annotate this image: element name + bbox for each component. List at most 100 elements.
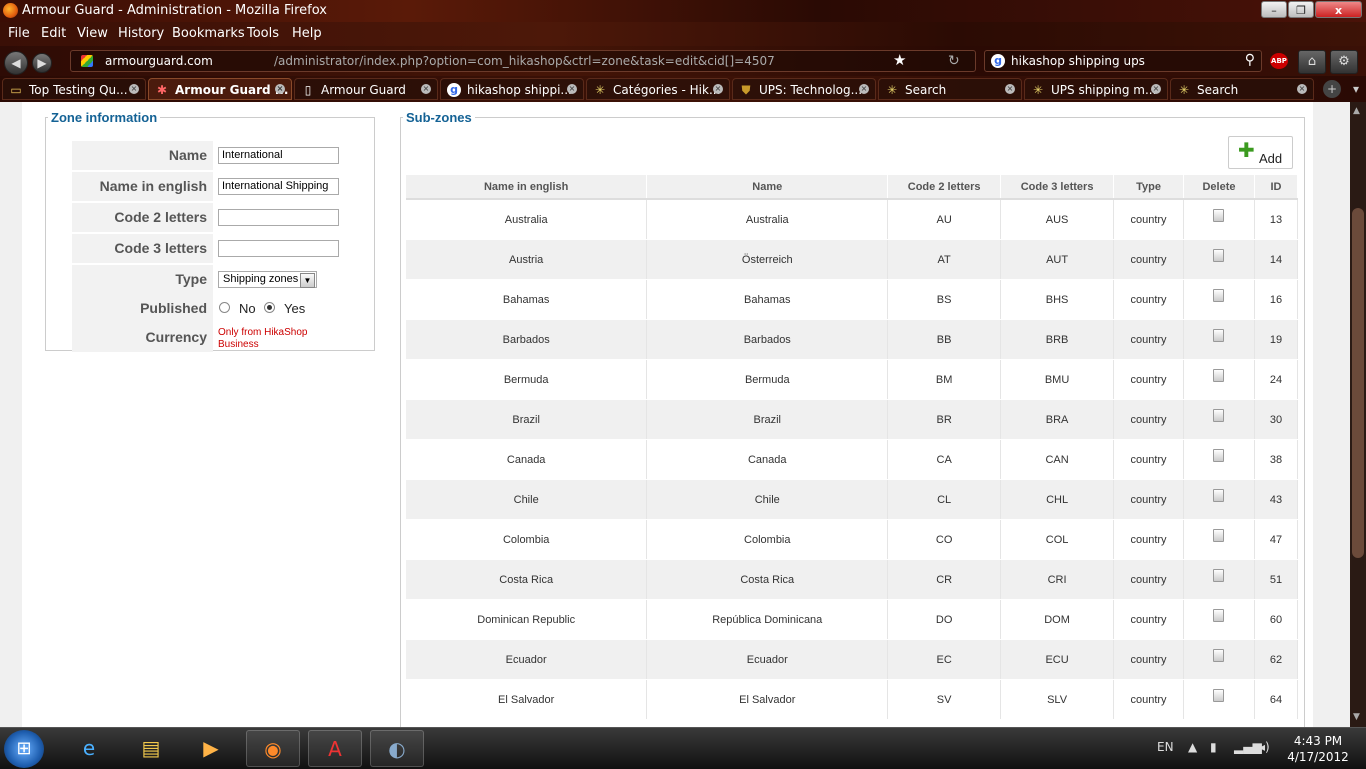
column-code3[interactable]: Code 3 letters (1000, 175, 1115, 200)
start-button[interactable]: ⊞ (4, 730, 44, 768)
minimize-button[interactable]: – (1261, 1, 1287, 18)
explorer-folder-icon[interactable]: ▤ (124, 730, 178, 767)
maximize-button[interactable]: ❐ (1288, 1, 1314, 18)
search-bar[interactable]: g hikashop shipping ups ⚲ (984, 50, 1262, 72)
delete-icon[interactable] (1213, 328, 1225, 342)
delete-icon[interactable] (1213, 528, 1225, 542)
table-header: Name in english Name Code 2 letters Code… (406, 175, 1299, 200)
tab-close-icon[interactable]: × (1151, 84, 1161, 94)
menu-tools[interactable]: Tools (247, 26, 279, 41)
menu-view[interactable]: View (77, 26, 108, 41)
code3-input[interactable] (218, 240, 339, 257)
tab-close-icon[interactable]: × (275, 84, 285, 94)
language-indicator[interactable]: EN (1157, 740, 1174, 754)
delete-icon[interactable] (1213, 368, 1225, 382)
cell-code3: DOM (1000, 599, 1115, 640)
network-icon[interactable]: ▮ (1210, 740, 1217, 754)
delete-icon[interactable] (1213, 408, 1225, 422)
cell-type: country (1113, 359, 1184, 400)
adblock-icon[interactable]: ABP (1270, 53, 1288, 69)
menu-file[interactable]: File (8, 26, 30, 41)
reload-icon[interactable]: ↻ (948, 53, 960, 69)
tab-close-icon[interactable]: × (129, 84, 139, 94)
published-no-radio[interactable] (219, 302, 230, 313)
delete-icon[interactable] (1213, 248, 1225, 262)
joomla-site-icon (81, 55, 93, 67)
delete-icon[interactable] (1213, 608, 1225, 622)
column-name-english[interactable]: Name in english (406, 175, 648, 200)
cell-code3: CAN (1000, 439, 1115, 480)
delete-icon[interactable] (1213, 208, 1225, 222)
column-code2[interactable]: Code 2 letters (887, 175, 1002, 200)
toolbar-menu-button[interactable]: ⚙ (1330, 50, 1358, 74)
search-icon[interactable]: ⚲ (1245, 52, 1255, 68)
published-no-label: No (239, 301, 256, 316)
type-select[interactable]: Shipping zones ▼ (218, 271, 317, 288)
cell-code2: BB (887, 319, 1002, 360)
tab-hikashop-shipping[interactable]: g hikashop shippi... × (440, 78, 584, 100)
cell-name-english: Bahamas (406, 279, 648, 320)
scroll-up-icon[interactable]: ▲ (1353, 106, 1360, 116)
tab-close-icon[interactable]: × (713, 84, 723, 94)
cell-name: Colombia (646, 519, 889, 560)
delete-icon[interactable] (1213, 448, 1225, 462)
forward-button[interactable]: ▶ (32, 53, 52, 73)
tab-categories-hik[interactable]: ✳ Catégories - Hik... × (586, 78, 730, 100)
close-button[interactable]: x (1315, 1, 1362, 18)
internet-explorer-icon[interactable]: e (62, 730, 116, 767)
tab-list-icon[interactable]: ▾ (1347, 80, 1365, 98)
menu-help[interactable]: Help (292, 26, 322, 41)
star-icon: ✳ (1032, 83, 1044, 97)
volume-icon[interactable]: ◂) (1259, 740, 1270, 754)
delete-icon[interactable] (1213, 288, 1225, 302)
column-name[interactable]: Name (646, 175, 889, 200)
name-english-input[interactable]: International Shipping (218, 178, 339, 195)
tab-search-2[interactable]: ✳ Search × (1170, 78, 1314, 100)
name-input[interactable]: International (218, 147, 339, 164)
tab-close-icon[interactable]: × (1005, 84, 1015, 94)
tab-top-testing[interactable]: ▭ Top Testing Qu... × (2, 78, 146, 100)
tab-armour-guard[interactable]: ▯ Armour Guard × (294, 78, 438, 100)
table-row: Austria Österreich AT AUT country 14 (406, 239, 1299, 280)
published-yes-radio[interactable] (264, 302, 275, 313)
scroll-down-icon[interactable]: ▼ (1353, 712, 1360, 722)
home-button[interactable]: ⌂ (1298, 50, 1326, 74)
tab-ups-shipping[interactable]: ✳ UPS shipping m... × (1024, 78, 1168, 100)
signal-icon[interactable]: ▂▄▆ (1234, 740, 1262, 754)
tab-search-1[interactable]: ✳ Search × (878, 78, 1022, 100)
url-bar[interactable]: armourguard.com /administrator/index.php… (70, 50, 976, 72)
column-type[interactable]: Type (1113, 175, 1184, 200)
search-input[interactable]: hikashop shipping ups (1011, 54, 1145, 68)
cell-name: Bahamas (646, 279, 889, 320)
menu-history[interactable]: History (118, 26, 164, 41)
subzones-table: Name in english Name Code 2 letters Code… (406, 175, 1299, 720)
delete-icon[interactable] (1213, 688, 1225, 702)
delete-icon[interactable] (1213, 568, 1225, 582)
column-id[interactable]: ID (1254, 175, 1299, 200)
menu-bookmarks[interactable]: Bookmarks (172, 26, 245, 41)
name-english-label: Name in english (72, 172, 213, 201)
tab-close-icon[interactable]: × (1297, 84, 1307, 94)
delete-icon[interactable] (1213, 488, 1225, 502)
vertical-scrollbar[interactable]: ▲ ▼ (1350, 102, 1366, 727)
tab-close-icon[interactable]: × (421, 84, 431, 94)
tab-close-icon[interactable]: × (859, 84, 869, 94)
code2-input[interactable] (218, 209, 339, 226)
media-player-icon[interactable]: ▶ (184, 730, 238, 767)
tab-close-icon[interactable]: × (567, 84, 577, 94)
firefox-taskbar-icon[interactable]: ◉ (246, 730, 300, 767)
back-button[interactable]: ◀ (4, 51, 28, 75)
scrollbar-thumb[interactable] (1352, 208, 1364, 558)
menu-edit[interactable]: Edit (41, 26, 66, 41)
cell-delete (1183, 439, 1255, 480)
tab-ups-technology[interactable]: ⛊ UPS: Technolog... × (732, 78, 876, 100)
new-tab-icon[interactable]: + (1323, 80, 1341, 98)
add-subzone-button[interactable]: ✚ Add (1228, 136, 1293, 169)
app-taskbar-icon[interactable]: ◐ (370, 730, 424, 767)
tab-armour-guard-admin[interactable]: ✱ Armour Guard ... × (148, 78, 292, 100)
show-hidden-icons[interactable]: ▲ (1188, 740, 1197, 754)
acrobat-icon[interactable]: A (308, 730, 362, 767)
delete-icon[interactable] (1213, 648, 1225, 662)
system-clock[interactable]: 4:43 PM 4/17/2012 (1285, 733, 1351, 765)
bookmark-star-icon[interactable]: ★ (893, 51, 906, 69)
